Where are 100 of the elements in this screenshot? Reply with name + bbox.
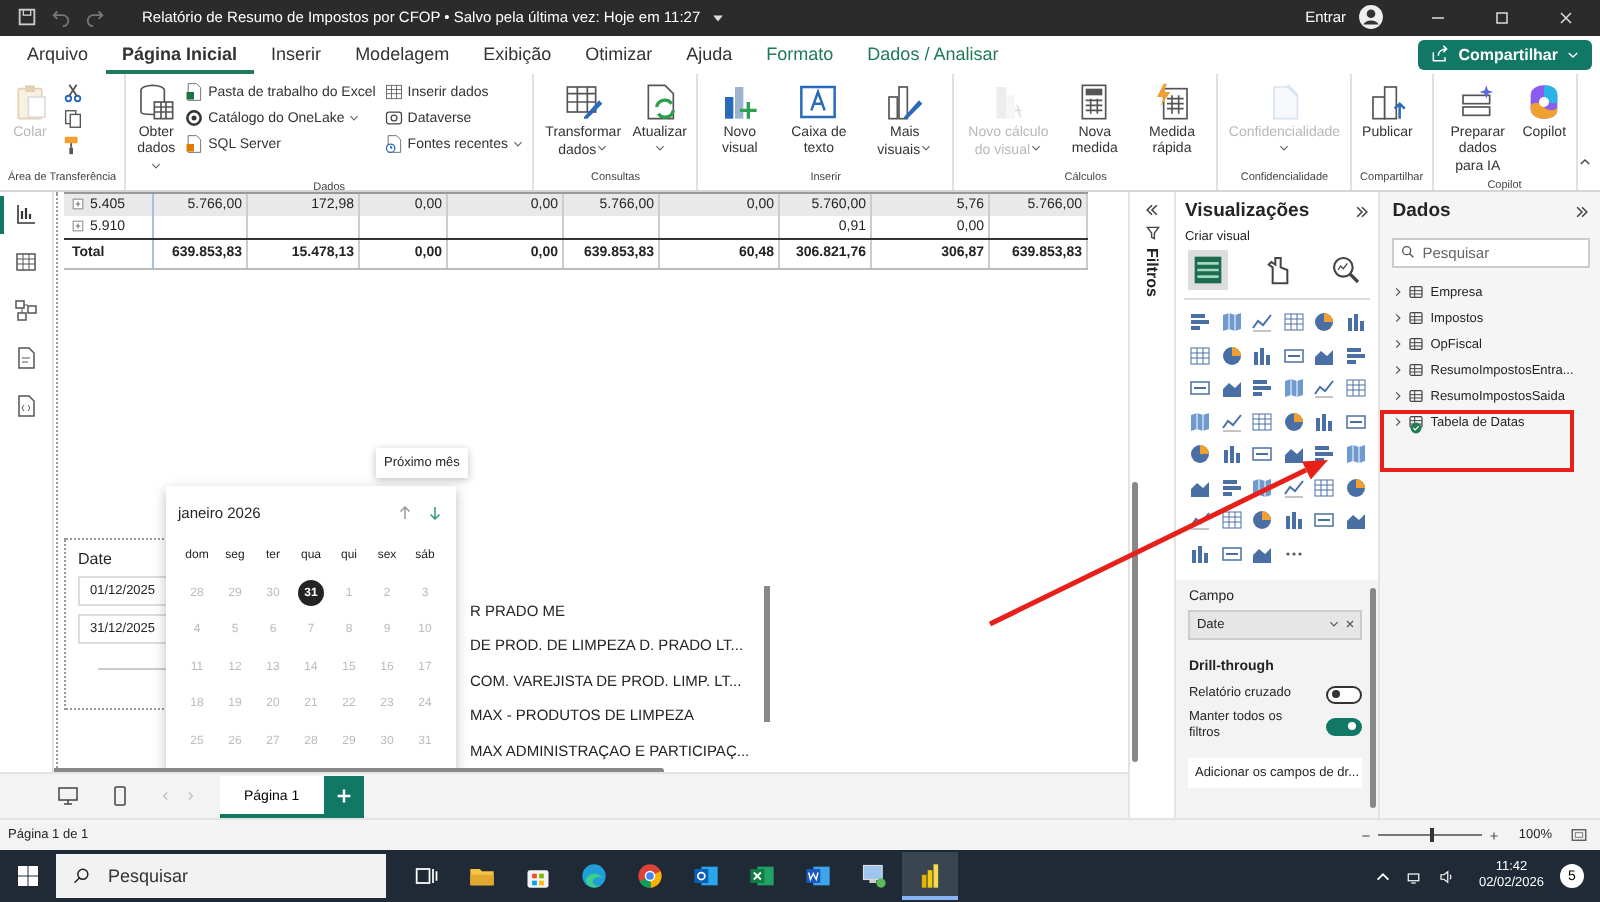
filters-pane[interactable]: Filtros xyxy=(1127,191,1177,819)
chevron-down-icon[interactable] xyxy=(1328,618,1341,631)
ribbon-tab[interactable]: Dados / Analisar xyxy=(850,35,1016,74)
pie-chart-icon[interactable] xyxy=(1312,310,1337,335)
scrollbar[interactable] xyxy=(1370,587,1377,808)
column-chart-icon[interactable] xyxy=(1250,343,1275,368)
card-icon[interactable] xyxy=(1219,541,1244,566)
bar-chart-icon[interactable] xyxy=(1343,343,1368,368)
pie-chart-icon[interactable] xyxy=(1188,442,1213,467)
redo-icon[interactable] xyxy=(84,6,106,29)
map-icon[interactable] xyxy=(1281,376,1306,401)
document-app-icon xyxy=(804,862,832,891)
column-chart-icon[interactable] xyxy=(1312,409,1337,434)
map-icon[interactable] xyxy=(1250,475,1275,500)
scrollbar[interactable] xyxy=(764,585,770,722)
map-icon[interactable] xyxy=(1188,409,1213,434)
column-chart-icon[interactable] xyxy=(1281,508,1306,533)
bar-chart-icon xyxy=(14,202,38,227)
card-icon[interactable] xyxy=(1250,442,1275,467)
arrow-up-icon[interactable] xyxy=(396,504,414,523)
phone-icon[interactable] xyxy=(108,784,132,809)
document-icon xyxy=(184,134,205,155)
column-chart-icon[interactable] xyxy=(1343,310,1368,335)
add-page-button[interactable] xyxy=(323,775,364,818)
map-icon[interactable] xyxy=(1343,442,1368,467)
caret-icon[interactable] xyxy=(712,11,725,24)
table-visual-icon xyxy=(1192,253,1225,286)
double-chevron-left-icon[interactable] xyxy=(1144,201,1161,218)
bar-chart-icon[interactable] xyxy=(1250,376,1275,401)
double-chevron-right-icon[interactable] xyxy=(1354,203,1371,220)
scissors-icon[interactable] xyxy=(62,81,84,104)
table-icon[interactable] xyxy=(1250,409,1275,434)
bar-chart-icon[interactable] xyxy=(1188,310,1213,335)
arrow-down-icon[interactable] xyxy=(426,504,444,523)
taskbar-app[interactable] xyxy=(902,852,958,901)
pane-mode-tab[interactable] xyxy=(1188,249,1229,290)
column-chart-icon[interactable] xyxy=(1219,442,1244,467)
ribbon-tab[interactable]: Otimizar xyxy=(568,35,670,74)
ribbon-tab[interactable]: Modelagem xyxy=(338,35,467,74)
chevron-up-icon[interactable] xyxy=(1578,153,1592,170)
line-chart-icon[interactable] xyxy=(1281,475,1306,500)
speaker-icon[interactable] xyxy=(1438,867,1457,886)
diagram-icon xyxy=(14,298,38,323)
pie-chart-icon[interactable] xyxy=(1250,508,1275,533)
plus-icon[interactable] xyxy=(1488,829,1501,842)
search-field[interactable]: Pesquisar xyxy=(56,854,386,899)
magnifier-chart-icon xyxy=(1330,253,1363,286)
calculator-bolt-icon xyxy=(1151,81,1192,122)
toggle-switch[interactable] xyxy=(1326,717,1363,736)
table-icon xyxy=(1408,284,1425,301)
ribbon-tab[interactable]: Ajuda xyxy=(669,35,750,74)
table-icon[interactable] xyxy=(1281,310,1306,335)
ribbon-tab[interactable]: Página Inicial xyxy=(105,35,255,74)
table-icon[interactable] xyxy=(1188,343,1213,368)
card-icon[interactable] xyxy=(1343,409,1368,434)
table-icon xyxy=(1408,414,1425,431)
bar-chart-icon[interactable] xyxy=(1312,442,1337,467)
expand-icon[interactable] xyxy=(72,198,84,211)
pie-chart-icon[interactable] xyxy=(1281,409,1306,434)
ribbon-tab[interactable]: Exibição xyxy=(466,35,569,74)
ribbon-tab[interactable]: Formato xyxy=(749,35,851,74)
spreadsheet-icon xyxy=(184,82,205,103)
toggle-switch[interactable] xyxy=(1326,685,1363,704)
network-icon[interactable] xyxy=(1406,867,1425,886)
ribbon-tab[interactable]: Inserir xyxy=(254,35,339,74)
pie-chart-icon[interactable] xyxy=(1219,343,1244,368)
line-chart-icon[interactable] xyxy=(1250,310,1275,335)
copy-icon[interactable] xyxy=(62,107,84,130)
avatar-icon[interactable] xyxy=(1358,4,1384,31)
table-icon[interactable] xyxy=(1343,376,1368,401)
line-chart-icon[interactable] xyxy=(1312,376,1337,401)
paintbrush-icon[interactable] xyxy=(62,133,84,156)
bar-chart-icon[interactable] xyxy=(1219,475,1244,500)
slider-thumb[interactable] xyxy=(1430,828,1435,843)
ribbon-tab[interactable]: Arquivo xyxy=(10,35,106,74)
share-button[interactable]: Compartilhar xyxy=(1418,39,1592,70)
line-chart-icon[interactable] xyxy=(1188,508,1213,533)
scrollbar[interactable] xyxy=(1131,481,1138,762)
table-icon xyxy=(1408,362,1425,379)
expand-icon[interactable] xyxy=(72,220,84,233)
pane-title: Visualizações xyxy=(1184,200,1310,223)
desktop-icon[interactable] xyxy=(56,784,80,809)
column-chart-icon[interactable] xyxy=(1188,541,1213,566)
card-icon[interactable] xyxy=(1281,343,1306,368)
table-icon[interactable] xyxy=(1219,508,1244,533)
card-icon[interactable] xyxy=(1312,508,1337,533)
close-icon[interactable] xyxy=(1344,618,1357,631)
undo-icon[interactable] xyxy=(50,6,72,29)
minus-icon[interactable] xyxy=(1360,829,1373,842)
table-icon xyxy=(14,250,38,275)
pie-chart-icon[interactable] xyxy=(1343,475,1368,500)
line-chart-icon[interactable] xyxy=(1219,409,1244,434)
table-pencil-icon xyxy=(563,81,604,122)
map-icon[interactable] xyxy=(1219,310,1244,335)
double-chevron-right-icon[interactable] xyxy=(1574,203,1590,220)
table-icon[interactable] xyxy=(1312,475,1337,500)
card-icon[interactable] xyxy=(1188,376,1213,401)
save-icon[interactable] xyxy=(16,6,38,29)
windows-icon[interactable] xyxy=(16,864,40,889)
fit-to-page-icon[interactable] xyxy=(1570,826,1588,845)
